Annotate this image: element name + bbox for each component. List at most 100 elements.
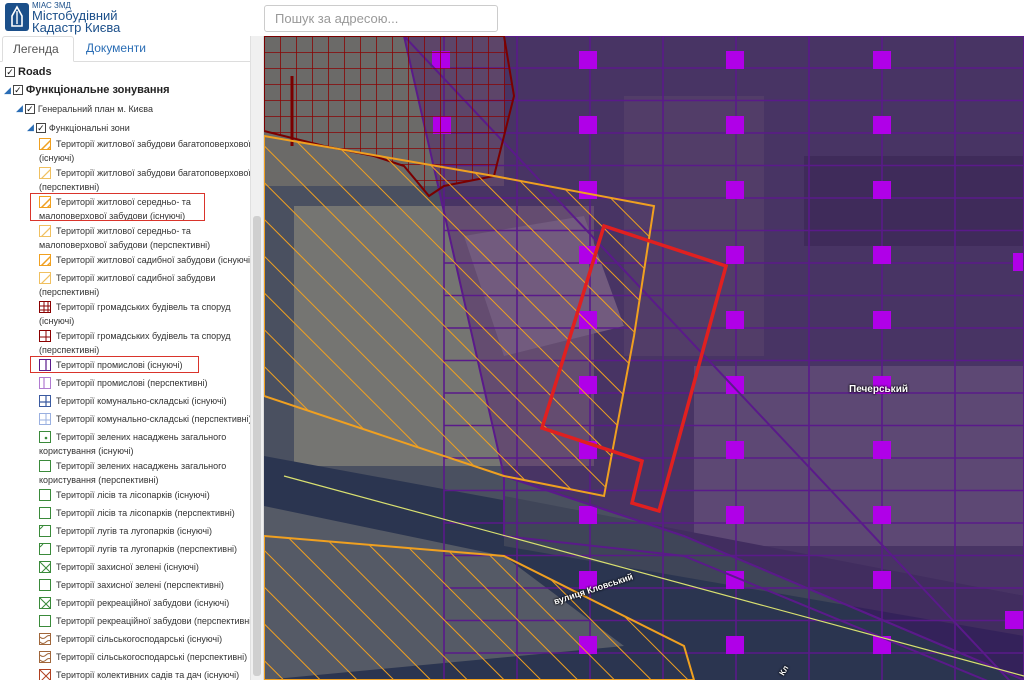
legend-swatch-icon [39, 377, 51, 389]
legend-item-label: Території сільськогосподарські (існуючі) [56, 634, 223, 644]
sidebar-scrollbar[interactable] [250, 36, 263, 680]
legend-item-label-cont: (існуючі) [39, 316, 75, 326]
legend-swatch-icon [39, 225, 51, 237]
map-canvas[interactable] [264, 36, 1024, 680]
zoning-label: Функціональне зонування [25, 84, 170, 96]
sidebar-tabs: Легенда Документи [0, 36, 250, 62]
industrial-marker [873, 181, 891, 199]
legend-item-label: Території житлової середньо- та [56, 226, 191, 236]
legend-swatch-icon [39, 651, 51, 663]
app-header: МІАС ЗМД Містобудівний Кадастр Києва [0, 0, 1024, 36]
legend-item-label: Території житлової садибної забудови [56, 273, 216, 283]
highlight-box [30, 193, 205, 221]
general-plan-checkbox[interactable]: ✓ [24, 103, 35, 114]
expand-triangle-icon[interactable]: ◢ [16, 103, 23, 114]
legend-item-label: Території комунально-складські (перспект… [56, 414, 252, 424]
industrial-marker [579, 51, 597, 69]
industrial-marker [579, 116, 597, 134]
industrial-marker [726, 116, 744, 134]
legend-item-label-cont: (перспективні) [39, 182, 100, 192]
legend-item-label: Території житлової забудови багатоповерх… [56, 168, 251, 178]
legend-item-label: Території громадських будівель та споруд [56, 302, 231, 312]
legend-swatch-icon [39, 525, 51, 537]
layer-general-plan: ◢ ✓ Генеральний план м. Києва [16, 103, 153, 114]
legend-swatch-icon [39, 633, 51, 645]
legend-swatch-icon [39, 561, 51, 573]
legend-swatch-icon [39, 543, 51, 555]
industrial-marker [873, 51, 891, 69]
legend-item-label: Території житлової садибної забудови (іс… [56, 255, 254, 265]
industrial-marker [873, 441, 891, 459]
roads-label: Roads [18, 66, 52, 78]
industrial-marker [726, 441, 744, 459]
legend-swatch-icon [39, 254, 51, 266]
legend-swatch-icon [39, 272, 51, 284]
legend-swatch-icon [39, 669, 51, 680]
legend-item-label: Території промислові (перспективні) [56, 378, 208, 388]
legend-item-label-cont: малоповерхової забудови (перспективні) [39, 240, 211, 250]
layer-roads: ✓ Roads [5, 66, 52, 78]
expand-triangle-icon[interactable]: ◢ [4, 85, 11, 96]
legend-sidebar: Легенда Документи ✓ Roads ◢ ✓ Функціонал… [0, 36, 264, 680]
legend-swatch-icon [39, 489, 51, 501]
legend-swatch-icon [39, 330, 51, 342]
industrial-marker [873, 636, 891, 654]
legend-item-label: Території захисної зелені (існуючі) [56, 562, 199, 572]
address-search-input[interactable] [264, 5, 498, 32]
industrial-marker [726, 636, 744, 654]
legend-item-label: Території рекреаційної забудови (перспек… [56, 616, 255, 626]
industrial-marker [873, 506, 891, 524]
industrial-marker [726, 506, 744, 524]
industrial-marker [579, 506, 597, 524]
legend-swatch-icon [39, 395, 51, 407]
legend-swatch-icon [39, 167, 51, 179]
legend-item-label: Території лісів та лісопарків (існуючі) [56, 490, 210, 500]
legend-swatch-icon [39, 460, 51, 472]
industrial-marker [726, 246, 744, 264]
kyiv-logo-icon [5, 3, 29, 31]
legend-item-label: Території комунально-складські (існуючі) [56, 396, 227, 406]
legend-item-label: Території лісів та лісопарків (перспекти… [56, 508, 235, 518]
zoning-checkbox[interactable]: ✓ [12, 85, 23, 95]
legend-item-label: Території зелених насаджень загального [56, 461, 227, 471]
industrial-marker [726, 311, 744, 329]
roads-checkbox[interactable]: ✓ [5, 67, 15, 77]
industrial-marker [873, 571, 891, 589]
legend-swatch-icon [39, 431, 51, 443]
legend-item-label: Території лугів та лугопарків (існуючі) [56, 526, 213, 536]
scroll-thumb[interactable] [253, 216, 261, 676]
industrial-marker [873, 311, 891, 329]
legend-item-label: Території зелених насаджень загального [56, 432, 227, 442]
legend-swatch-icon [39, 301, 51, 313]
functional-zones-checkbox[interactable]: ✓ [35, 122, 46, 133]
legend-item-label-cont: (перспективні) [39, 345, 100, 355]
legend-item-label: Території рекреаційної забудови (існуючі… [56, 598, 230, 608]
industrial-marker [726, 51, 744, 69]
place-label: Печерський [849, 384, 908, 395]
industrial-marker [1013, 253, 1024, 271]
legend-item-label-cont: користування (перспективні) [39, 475, 159, 485]
industrial-marker [726, 181, 744, 199]
industrial-marker [873, 246, 891, 264]
tab-legend[interactable]: Легенда [2, 36, 74, 62]
legend-item-label: Території захисної зелені (перспективні) [56, 580, 224, 590]
general-plan-label: Генеральний план м. Києва [37, 103, 153, 114]
legend-item-label: Території громадських будівель та споруд [56, 331, 231, 341]
map-view[interactable]: вулиця Кловський Печерський Кл [264, 36, 1024, 680]
industrial-marker [873, 116, 891, 134]
industrial-marker [1005, 611, 1023, 629]
legend-item-label: Території лугів та лугопарків (перспекти… [56, 544, 238, 554]
legend-swatch-icon [39, 597, 51, 609]
expand-triangle-icon[interactable]: ◢ [27, 122, 34, 133]
legend-item-label: Території сільськогосподарські (перспект… [56, 652, 248, 662]
layer-group-zoning: ◢ ✓ Функціональне зонування [4, 84, 170, 96]
industrial-marker [726, 376, 744, 394]
legend-swatch-icon [39, 138, 51, 150]
functional-zones-label: Функціональні зони [48, 122, 130, 133]
legend-swatch-icon [39, 507, 51, 519]
highlight-box [30, 356, 199, 373]
legend-swatch-icon [39, 615, 51, 627]
legend-item-label: Території житлової забудови багатоповерх… [56, 139, 251, 149]
tab-documents[interactable]: Документи [76, 36, 156, 62]
legend-item-label-cont: (існуючі) [39, 153, 75, 163]
